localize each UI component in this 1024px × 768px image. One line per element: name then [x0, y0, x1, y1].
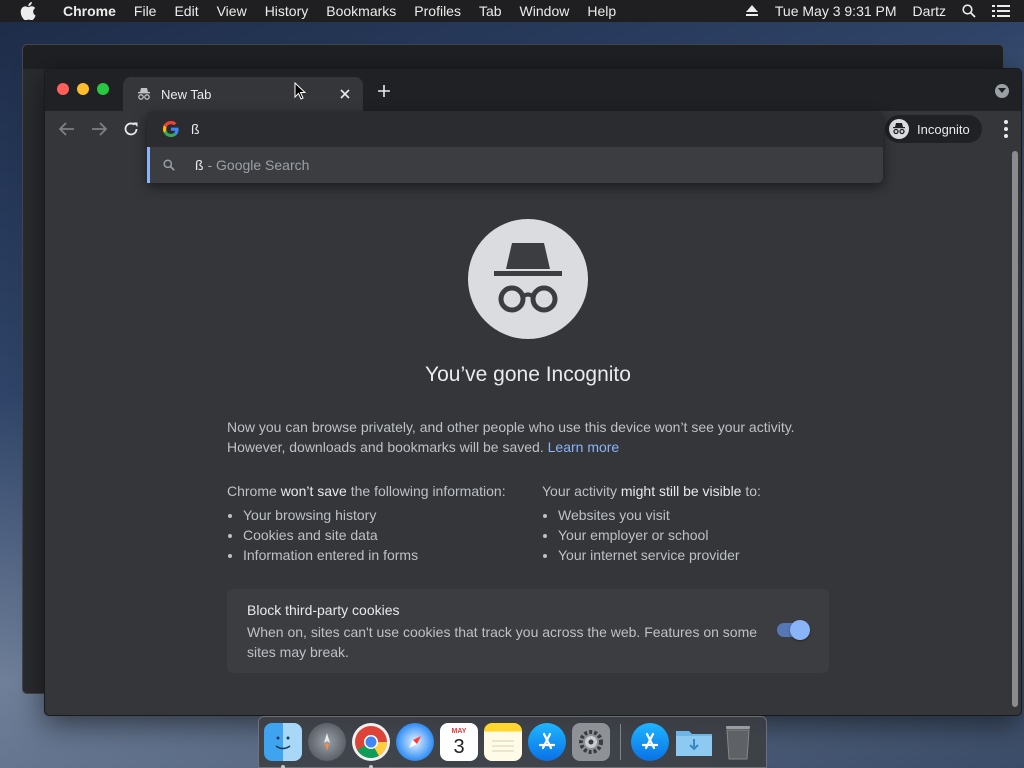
- incognito-avatar-icon: [889, 119, 909, 139]
- cookies-description: When on, sites can't use cookies that tr…: [247, 624, 758, 660]
- suggestion-provider: Google Search: [216, 157, 310, 173]
- suggestion-query: ß: [195, 157, 204, 173]
- still-visible-heading-em: might still be visible: [620, 483, 742, 499]
- omnibox-suggestion[interactable]: ß - Google Search: [147, 147, 883, 183]
- block-cookies-card: Block third-party cookies When on, sites…: [227, 589, 829, 673]
- omnibox-dropdown: ß - Google Search: [147, 111, 883, 183]
- tab-strip: New Tab: [45, 69, 1021, 111]
- mouse-cursor-icon: [294, 82, 306, 100]
- wont-save-heading: Chrome won’t save the following informat…: [227, 481, 537, 501]
- tab-search-icon[interactable]: [995, 84, 1009, 98]
- finder-icon[interactable]: [264, 723, 302, 768]
- dock: MAY 3: [258, 716, 767, 768]
- menu-window[interactable]: Window: [511, 0, 579, 22]
- menu-edit[interactable]: Edit: [165, 0, 207, 22]
- omnibox: [147, 111, 883, 147]
- search-icon: [163, 157, 179, 173]
- downloads-folder-icon[interactable]: [675, 723, 713, 761]
- apple-logo-icon[interactable]: [20, 0, 40, 22]
- still-visible-heading-post: to:: [741, 483, 761, 499]
- intro-line-1: Now you can browse privately, and other …: [227, 419, 795, 435]
- page-scrollbar[interactable]: [1009, 147, 1021, 715]
- omnibox-input[interactable]: [191, 117, 791, 141]
- google-g-icon: [163, 121, 179, 137]
- app-store-icon[interactable]: [528, 723, 566, 761]
- wont-save-heading-post: the following information:: [346, 483, 506, 499]
- back-arrow-icon[interactable]: [57, 119, 77, 139]
- incognito-profile-button[interactable]: Incognito: [885, 115, 982, 143]
- list-item: Your browsing history: [243, 505, 537, 525]
- notes-icon[interactable]: [484, 723, 522, 761]
- list-item: Information entered in forms: [243, 545, 537, 565]
- scrollbar-thumb[interactable]: [1012, 151, 1018, 707]
- chrome-icon[interactable]: [352, 723, 390, 768]
- close-tab-icon[interactable]: [337, 86, 353, 102]
- minimize-window-button[interactable]: [77, 83, 89, 95]
- chrome-incognito-window: New Tab Incognito You’ve gone Incognito …: [44, 68, 1022, 716]
- more-menu-icon[interactable]: [1003, 120, 1009, 138]
- launchpad-icon[interactable]: [308, 723, 346, 761]
- list-item: Websites you visit: [558, 505, 842, 525]
- suggestion-separator: -: [203, 157, 217, 173]
- app-store-folder-icon[interactable]: [631, 723, 669, 761]
- intro-line-2: However, downloads and bookmarks will be…: [227, 437, 837, 457]
- background-window-tabstrip: [23, 45, 1003, 69]
- dock-separator: [620, 724, 621, 760]
- tab-title: New Tab: [161, 86, 212, 102]
- reload-icon[interactable]: [121, 119, 141, 139]
- still-visible-list: Websites you visit Your employer or scho…: [542, 505, 842, 565]
- menu-bookmarks[interactable]: Bookmarks: [317, 0, 405, 22]
- incognito-intro: Now you can browse privately, and other …: [227, 417, 837, 457]
- still-visible-heading-pre: Your activity: [542, 483, 621, 499]
- menu-tab[interactable]: Tab: [470, 0, 511, 22]
- block-cookies-toggle[interactable]: [777, 620, 810, 640]
- incognito-icon: [137, 86, 153, 102]
- menu-view[interactable]: View: [208, 0, 256, 22]
- new-tab-icon[interactable]: [375, 82, 393, 100]
- eject-icon[interactable]: [737, 5, 767, 17]
- fullscreen-window-button[interactable]: [97, 83, 109, 95]
- page-title: You’ve gone Incognito: [425, 363, 631, 386]
- list-icon[interactable]: [984, 4, 1024, 18]
- calendar-icon[interactable]: MAY 3: [440, 723, 478, 761]
- list-item: Your internet service provider: [558, 545, 842, 565]
- menu-bar: Chrome File Edit View History Bookmarks …: [0, 0, 1024, 22]
- menu-bar-user[interactable]: Dartz: [905, 0, 954, 22]
- calendar-month: MAY: [451, 727, 467, 735]
- menu-chrome[interactable]: Chrome: [54, 0, 125, 22]
- intro-line-2-text: However, downloads and bookmarks will be…: [227, 439, 544, 455]
- forward-arrow-icon[interactable]: [89, 119, 109, 139]
- still-visible-section: Your activity might still be visible to:…: [542, 481, 842, 565]
- still-visible-heading: Your activity might still be visible to:: [542, 481, 842, 501]
- wont-save-section: Chrome won’t save the following informat…: [227, 481, 537, 565]
- wont-save-list: Your browsing history Cookies and site d…: [227, 505, 537, 565]
- menu-profiles[interactable]: Profiles: [405, 0, 470, 22]
- menu-history[interactable]: History: [256, 0, 318, 22]
- incognito-logo-icon: [468, 219, 588, 339]
- toggle-knob: [790, 620, 810, 640]
- cookies-title: Block third-party cookies: [247, 602, 400, 618]
- list-item: Cookies and site data: [243, 525, 537, 545]
- menu-bar-clock[interactable]: Tue May 3 9:31 PM: [767, 0, 905, 22]
- list-item: Your employer or school: [558, 525, 842, 545]
- incognito-ntp-content: You’ve gone Incognito Now you can browse…: [45, 147, 1011, 715]
- spotlight-search-icon[interactable]: [954, 4, 984, 18]
- safari-icon[interactable]: [396, 723, 434, 761]
- close-window-button[interactable]: [57, 83, 69, 95]
- wont-save-heading-em: won’t save: [280, 483, 347, 499]
- menu-help[interactable]: Help: [578, 0, 625, 22]
- wont-save-heading-pre: Chrome: [227, 483, 281, 499]
- system-preferences-icon[interactable]: [572, 723, 610, 761]
- calendar-day: 3: [453, 735, 465, 758]
- menu-file[interactable]: File: [125, 0, 166, 22]
- profile-label: Incognito: [917, 121, 970, 137]
- learn-more-link[interactable]: Learn more: [548, 439, 620, 455]
- trash-icon[interactable]: [719, 723, 757, 761]
- menu-bar-status: Tue May 3 9:31 PM Dartz: [737, 0, 1024, 22]
- tab-new-tab[interactable]: New Tab: [123, 77, 363, 111]
